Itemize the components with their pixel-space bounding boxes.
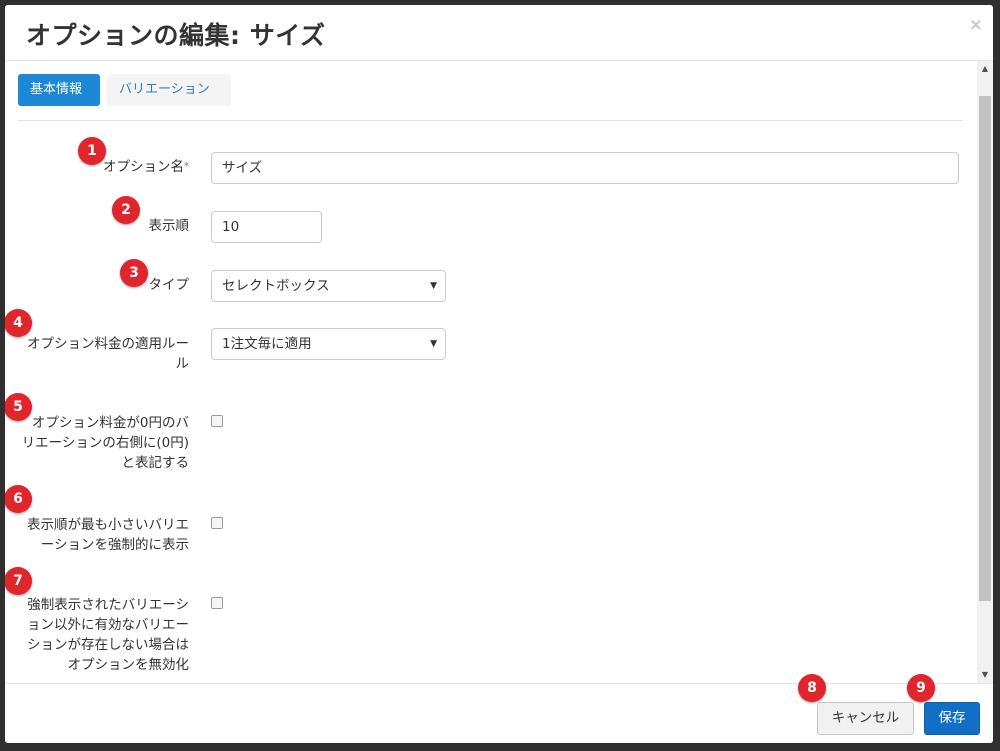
annotation-badge-7: 7 — [5, 567, 32, 595]
scroll-up-icon[interactable]: ▲ — [977, 61, 993, 77]
price-rule-select[interactable]: 1注文毎に適用 ▼ — [211, 328, 446, 360]
display-order-label: 表示順 — [148, 218, 190, 234]
annotation-badge-3: 3 — [120, 259, 148, 287]
annotation-badge-2: 2 — [112, 196, 140, 224]
edit-option-modal: オプションの編集: サイズ × 基本情報 バリエーション オプション名* サイズ… — [5, 5, 993, 743]
cancel-button[interactable]: キャンセル — [817, 702, 914, 735]
force-display-label-line: 表示順が最も小さいバリエ — [27, 517, 189, 533]
annotation-badge-4: 4 — [5, 309, 32, 337]
type-select[interactable]: セレクトボックス ▼ — [211, 270, 446, 302]
option-name-input[interactable]: サイズ — [211, 152, 959, 184]
price-rule-label: オプション料金の適用ルー ル — [9, 334, 189, 374]
type-label: タイプ — [148, 277, 190, 293]
display-order-input[interactable]: 10 — [211, 211, 322, 243]
zero-price-label: オプション料金が0円のバ リエーションの右側に(0円) と表記する — [9, 413, 189, 473]
scrollbar-thumb[interactable] — [979, 96, 991, 601]
price-rule-label-line: オプション料金の適用ルー — [27, 336, 189, 352]
tab-divider — [18, 120, 963, 121]
annotation-badge-9: 9 — [907, 674, 935, 702]
annotation-badge-6: 6 — [5, 485, 32, 513]
price-rule-select-value: 1注文毎に適用 — [222, 336, 312, 352]
save-button[interactable]: 保存 — [924, 702, 980, 735]
vertical-scrollbar[interactable]: ▲ ▼ — [977, 61, 993, 683]
force-display-label: 表示順が最も小さいバリエ ーションを強制的に表示 — [9, 515, 189, 555]
chevron-down-icon: ▼ — [430, 339, 437, 349]
zero-price-checkbox[interactable] — [211, 415, 223, 427]
disable-option-label-line: 強制表示されたバリエーシ — [27, 597, 189, 613]
close-icon[interactable]: × — [969, 15, 983, 35]
disable-option-label-line: オプションを無効化 — [67, 657, 190, 673]
modal-header: オプションの編集: サイズ × — [5, 5, 993, 61]
disable-option-checkbox[interactable] — [211, 597, 223, 609]
modal-footer: キャンセル 保存 8 9 — [5, 674, 993, 743]
scroll-down-icon[interactable]: ▼ — [977, 667, 993, 683]
disable-option-label-line: ョン以外に有効なバリエー — [27, 617, 189, 633]
zero-price-label-line: リエーションの右側に(0円) — [21, 435, 189, 451]
force-display-label-line: ーションを強制的に表示 — [40, 537, 189, 553]
disable-option-label: 強制表示されたバリエーシ ョン以外に有効なバリエー ションが存在しない場合は オ… — [9, 595, 189, 675]
price-rule-label-line: ル — [175, 356, 190, 372]
chevron-down-icon: ▼ — [430, 281, 437, 291]
force-display-checkbox[interactable] — [211, 517, 223, 529]
annotation-badge-8: 8 — [798, 674, 826, 702]
annotation-badge-5: 5 — [5, 393, 32, 421]
zero-price-label-line: オプション料金が0円のバ — [31, 415, 189, 431]
option-name-label-text: オプション名 — [103, 159, 184, 175]
disable-option-label-line: ションが存在しない場合は — [27, 637, 189, 653]
modal-body: 基本情報 バリエーション オプション名* サイズ 表示順 10 タイプ セレクト… — [5, 61, 977, 683]
required-mark: * — [184, 161, 189, 172]
tab-variations[interactable]: バリエーション — [107, 74, 231, 106]
tab-basic-info[interactable]: 基本情報 — [18, 74, 100, 106]
annotation-badge-1: 1 — [78, 137, 106, 165]
zero-price-label-line: と表記する — [121, 455, 190, 471]
modal-title: オプションの編集: サイズ — [26, 21, 326, 50]
type-select-value: セレクトボックス — [222, 278, 330, 294]
